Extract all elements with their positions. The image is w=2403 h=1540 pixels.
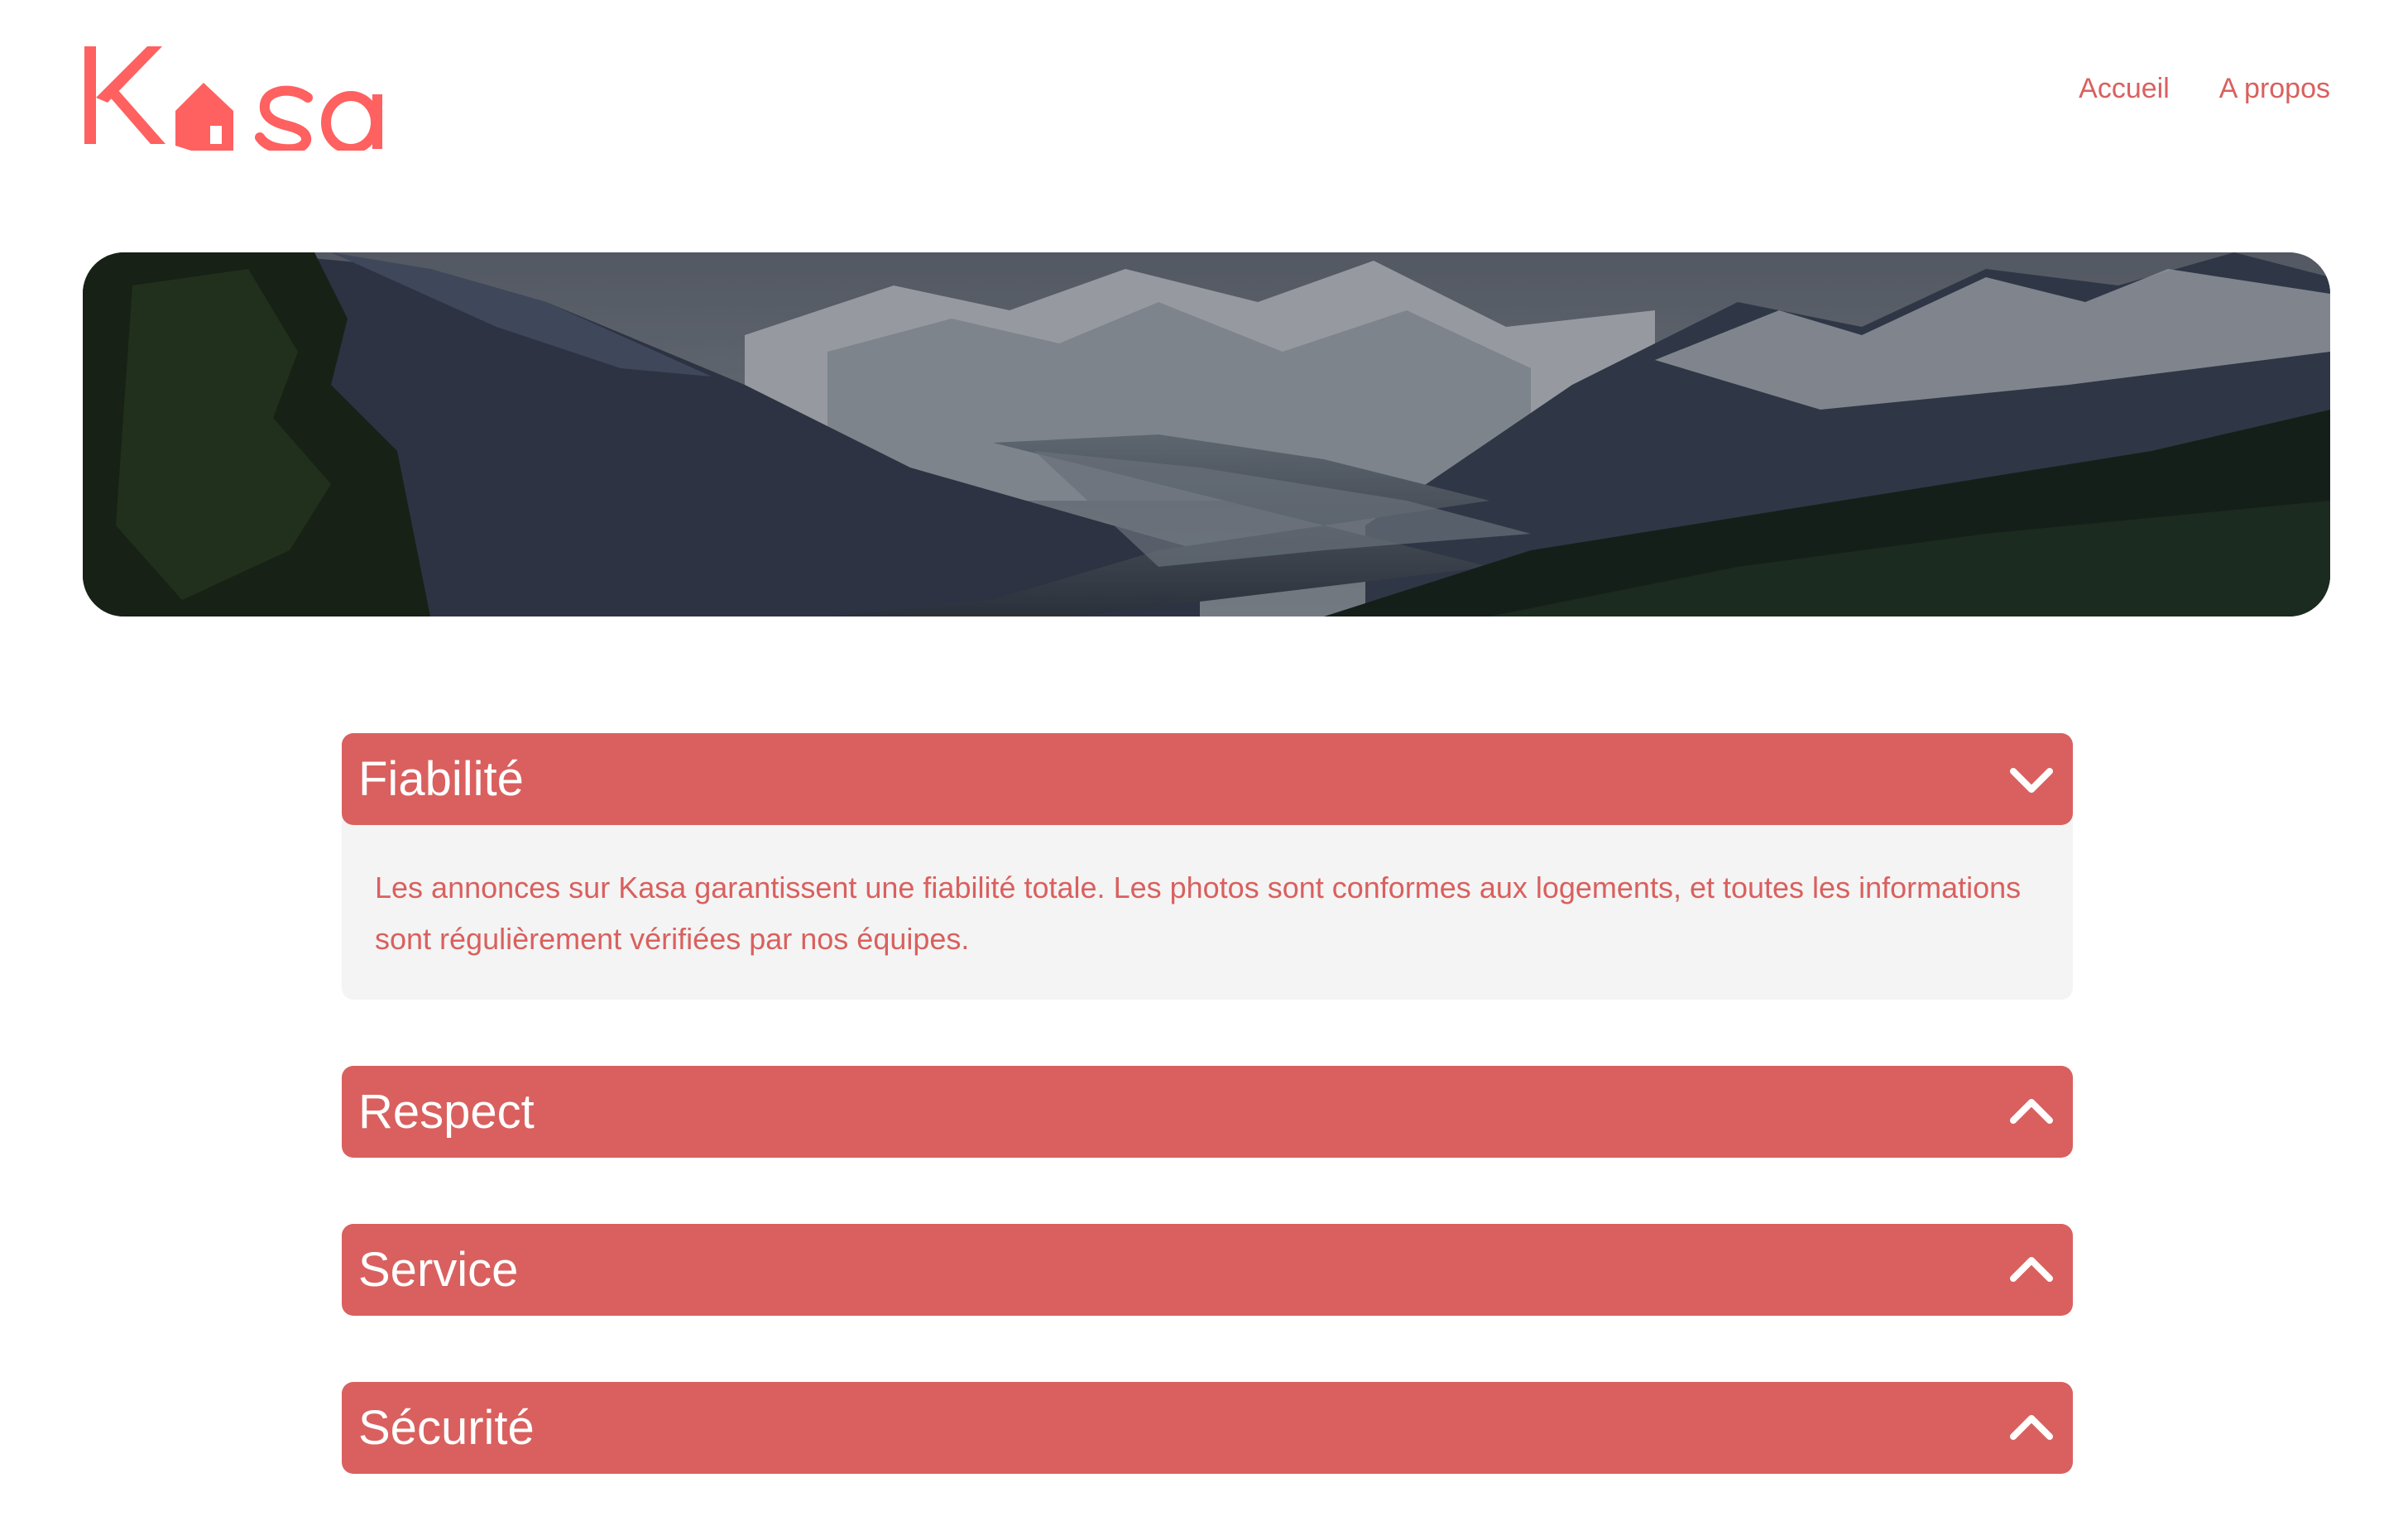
collapse-header-fiabilite[interactable]: Fiabilité <box>342 733 2073 825</box>
chevron-up-icon[interactable] <box>2008 1405 2055 1451</box>
collapse-respect: Respect <box>342 1066 2073 1158</box>
site-header: Accueil A propos <box>0 0 2403 207</box>
chevron-up-icon[interactable] <box>2008 1089 2055 1135</box>
kasa-logo-graphic <box>84 46 382 151</box>
main-nav: Accueil A propos <box>2079 68 2330 109</box>
collapse-title: Sécurité <box>358 1400 535 1455</box>
chevron-down-icon[interactable] <box>2008 756 2055 803</box>
kasa-logo[interactable] <box>83 43 397 151</box>
chevron-up-icon[interactable] <box>2008 1247 2055 1293</box>
collapse-title: Service <box>358 1242 519 1297</box>
collapse-securite: Sécurité <box>342 1382 2073 1474</box>
collapse-header-securite[interactable]: Sécurité <box>342 1382 2073 1474</box>
collapse-content: Les annonces sur Kasa garantissent une f… <box>342 817 2073 1000</box>
collapse-title: Respect <box>358 1084 535 1139</box>
nav-link-home[interactable]: Accueil <box>2079 68 2170 109</box>
nav-link-about[interactable]: A propos <box>2219 68 2330 109</box>
collapse-fiabilite: Fiabilité Les annonces sur Kasa garantis… <box>342 733 2073 1000</box>
values-list: Fiabilité Les annonces sur Kasa garantis… <box>342 733 2073 1540</box>
hero-banner <box>83 252 2330 616</box>
collapse-header-service[interactable]: Service <box>342 1224 2073 1316</box>
collapse-title: Fiabilité <box>358 751 524 806</box>
collapse-header-respect[interactable]: Respect <box>342 1066 2073 1158</box>
mountain-banner-image <box>83 252 2330 616</box>
collapse-service: Service <box>342 1224 2073 1316</box>
